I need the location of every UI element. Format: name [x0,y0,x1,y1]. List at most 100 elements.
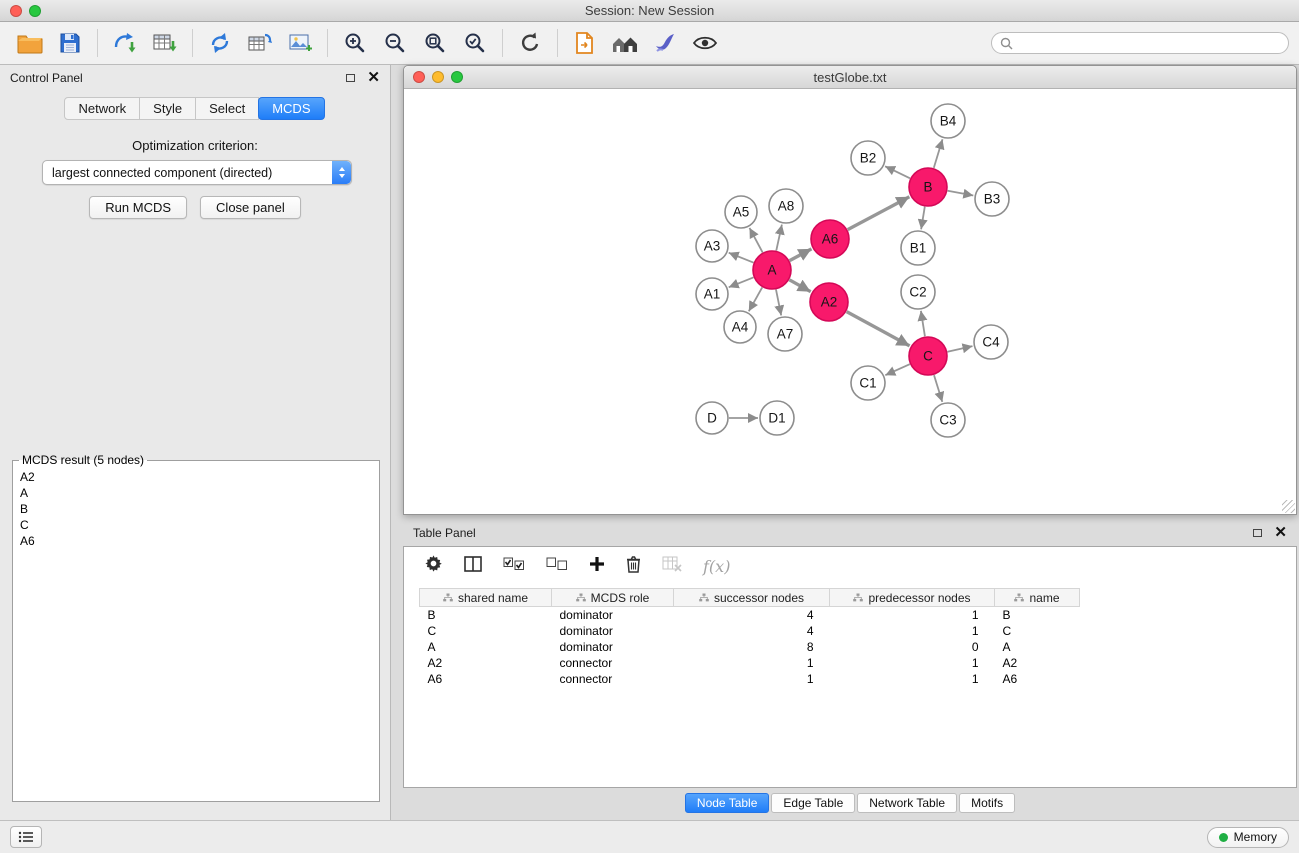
show-columns-button[interactable] [464,556,482,577]
tab-motifs[interactable]: Motifs [959,793,1015,813]
mcds-result-item-A[interactable]: A [17,485,375,501]
import-table-button[interactable] [145,25,185,61]
edge-B-B4[interactable] [934,139,943,168]
node-C4[interactable]: C4 [974,325,1008,359]
node-D1[interactable]: D1 [760,401,794,435]
table-row-A[interactable]: Adominator80A [420,639,1080,655]
zoom-window-button[interactable] [29,5,41,17]
mcds-result-item-A6[interactable]: A6 [17,533,375,549]
edge-A-A8[interactable] [776,225,782,251]
delete-column-button[interactable] [626,555,641,578]
mcds-result-item-B[interactable]: B [17,501,375,517]
mcds-result-item-C[interactable]: C [17,517,375,533]
zoom-in-button[interactable] [335,25,375,61]
column-header-name[interactable]: name [995,589,1080,607]
tab-mcds[interactable]: MCDS [258,97,324,120]
node-A7[interactable]: A7 [768,317,802,351]
node-A[interactable]: A [753,251,791,289]
network-zoom-button[interactable] [451,71,463,83]
zoom-fit-button[interactable] [415,25,455,61]
tab-network[interactable]: Network [64,97,140,120]
tab-style[interactable]: Style [139,97,196,120]
home-button[interactable] [605,25,645,61]
tab-node-table[interactable]: Node Table [685,793,770,813]
resize-grip[interactable] [1282,500,1295,513]
open-document-button[interactable] [565,25,605,61]
edge-A-A2[interactable] [789,280,810,292]
refresh-button[interactable] [510,25,550,61]
save-session-button[interactable] [50,25,90,61]
edge-A2-C[interactable] [847,312,910,346]
edge-A-A1[interactable] [729,277,754,287]
search-field[interactable] [991,32,1289,54]
node-A3[interactable]: A3 [696,230,728,262]
edge-B-B3[interactable] [948,191,974,196]
edge-C-C4[interactable] [948,346,973,352]
export-image-button[interactable] [280,25,320,61]
network-canvas[interactable]: B4B2BB3A5A8A6B1A3AC2A1A2A4A7C4CC1C3DD1 [404,89,1296,514]
memory-button[interactable]: Memory [1207,827,1289,848]
table-panel-close-button[interactable]: ✕ [1274,528,1287,538]
node-A4[interactable]: A4 [724,311,756,343]
tab-edge-table[interactable]: Edge Table [771,793,855,813]
edge-C-C3[interactable] [934,375,942,402]
node-C2[interactable]: C2 [901,275,935,309]
table-row-C[interactable]: Cdominator41C [420,623,1080,639]
search-input[interactable] [1019,36,1280,50]
zoom-out-button[interactable] [375,25,415,61]
network-close-button[interactable] [413,71,425,83]
node-A5[interactable]: A5 [725,196,757,228]
tab-network-table[interactable]: Network Table [857,793,957,813]
open-file-button[interactable] [10,25,50,61]
select-all-button[interactable] [503,557,525,576]
network-minimize-button[interactable] [432,71,444,83]
new-network-button[interactable] [200,25,240,61]
node-B2[interactable]: B2 [851,141,885,175]
task-history-button[interactable] [10,826,42,848]
run-mcds-button[interactable]: Run MCDS [89,196,187,219]
edge-A6-B[interactable] [848,197,910,230]
node-A8[interactable]: A8 [769,189,803,223]
table-settings-button[interactable] [424,554,443,578]
node-A6[interactable]: A6 [811,220,849,258]
table-row-A2[interactable]: A2connector11A2 [420,655,1080,671]
column-header-MCDS-role[interactable]: MCDS role [552,589,674,607]
node-B1[interactable]: B1 [901,231,935,265]
column-header-successor-nodes[interactable]: successor nodes [674,589,830,607]
delete-table-button[interactable] [662,556,682,577]
import-network-button[interactable] [105,25,145,61]
table-panel-float-button[interactable] [1253,529,1262,537]
column-header-predecessor-nodes[interactable]: predecessor nodes [830,589,995,607]
edge-A-A4[interactable] [749,287,762,311]
edge-B-B2[interactable] [885,166,910,178]
column-header-shared-name[interactable]: shared name [420,589,552,607]
create-column-button[interactable] [589,556,605,577]
network-table-button[interactable] [240,25,280,61]
criterion-dropdown[interactable]: largest connected component (directed) [42,160,352,185]
deselect-all-button[interactable] [546,557,568,576]
edge-A-A7[interactable] [776,290,781,316]
edge-A-A3[interactable] [729,253,754,263]
table-row-A6[interactable]: A6connector11A6 [420,671,1080,687]
edge-C-C1[interactable] [885,364,910,375]
tab-select[interactable]: Select [195,97,259,120]
table-row-B[interactable]: Bdominator41B [420,607,1080,623]
edge-A-A6[interactable] [790,249,812,261]
function-builder-button[interactable]: f(x) [703,557,730,576]
control-panel-float-button[interactable] [346,74,355,82]
node-A2[interactable]: A2 [810,283,848,321]
close-panel-button[interactable]: Close panel [200,196,301,219]
close-window-button[interactable] [10,5,22,17]
show-graphics-button[interactable] [685,25,725,61]
node-B[interactable]: B [909,168,947,206]
edge-C-C2[interactable] [921,311,925,336]
control-panel-close-button[interactable]: ✕ [367,73,380,83]
zoom-selected-button[interactable] [455,25,495,61]
node-C[interactable]: C [909,337,947,375]
node-B3[interactable]: B3 [975,182,1009,216]
node-C3[interactable]: C3 [931,403,965,437]
node-D[interactable]: D [696,402,728,434]
edge-A-A5[interactable] [750,228,763,253]
mcds-result-item-A2[interactable]: A2 [17,469,375,485]
node-C1[interactable]: C1 [851,366,885,400]
